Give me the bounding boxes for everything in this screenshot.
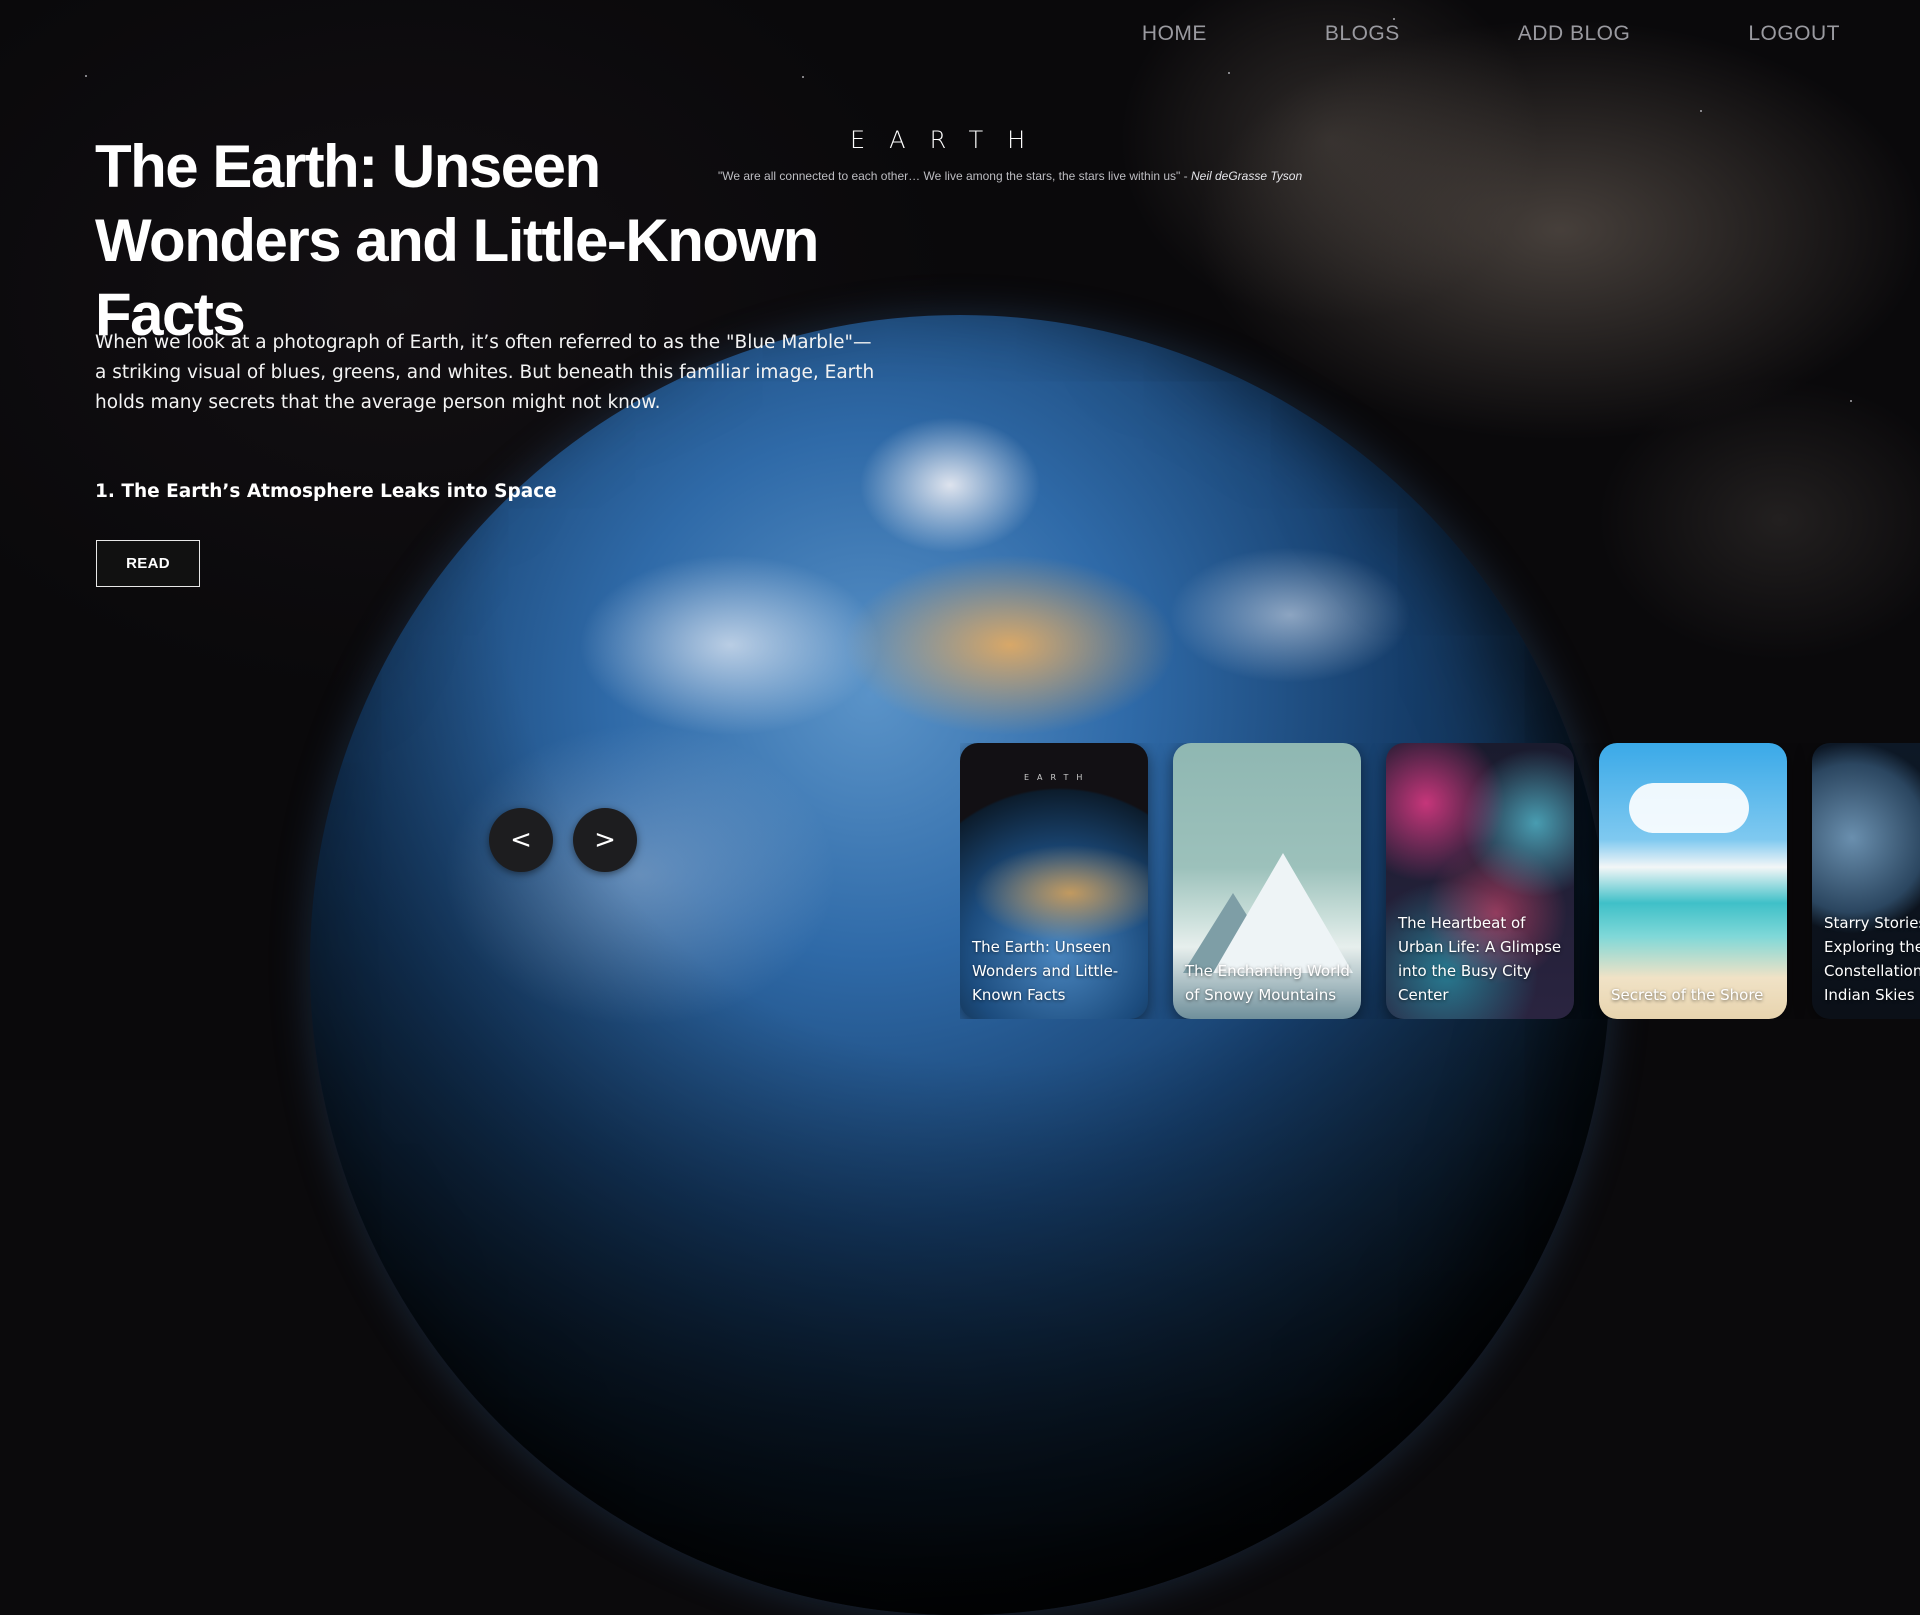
hero-title: The Earth: Unseen Wonders and Little-Kno… [95, 133, 819, 348]
cloud-shape [1629, 783, 1749, 833]
mountain-shape [1213, 853, 1353, 973]
card-title: The Enchanting World of Snowy Mountains [1185, 962, 1350, 1004]
nav-logout-link[interactable]: LOGOUT [1748, 22, 1840, 46]
quote-author: Neil deGrasse Tyson [1190, 169, 1303, 183]
blog-card-earth[interactable]: EARTH The Earth: Unseen Wonders and Litt… [960, 743, 1148, 1019]
top-nav: HOME BLOGS ADD BLOG LOGOUT [1142, 22, 1840, 46]
star [1700, 110, 1702, 112]
blog-card-mountains[interactable]: The Enchanting World of Snowy Mountains [1173, 743, 1361, 1019]
card-title: Secrets of the Shore [1611, 986, 1764, 1004]
blog-carousel: EARTH The Earth: Unseen Wonders and Litt… [960, 743, 1920, 1019]
nav-add-blog-link[interactable]: ADD BLOG [1518, 22, 1631, 46]
blog-card-shore[interactable]: Secrets of the Shore [1599, 743, 1787, 1019]
prev-arrow-button[interactable]: < [489, 808, 553, 872]
card-mini-brand: EARTH [1024, 773, 1091, 782]
brand-title: EARTH [850, 126, 1050, 154]
star [85, 75, 87, 77]
star [1850, 400, 1852, 402]
star [802, 76, 804, 78]
next-arrow-button[interactable]: > [573, 808, 637, 872]
card-title: The Earth: Unseen Wonders and Little-Kno… [972, 938, 1119, 1004]
star [1228, 72, 1230, 74]
card-title: The Heartbeat of Urban Life: A Glimpse i… [1398, 914, 1562, 1004]
hero-description: When we look at a photograph of Earth, i… [95, 332, 875, 413]
hero-point: 1. The Earth’s Atmosphere Leaks into Spa… [95, 481, 557, 502]
read-button[interactable]: READ [96, 540, 200, 587]
nav-home-link[interactable]: HOME [1142, 22, 1207, 46]
card-title: Starry Stories: Exploring the Constellat… [1824, 914, 1920, 1004]
blog-card-city[interactable]: The Heartbeat of Urban Life: A Glimpse i… [1386, 743, 1574, 1019]
blog-card-stars[interactable]: Starry Stories: Exploring the Constellat… [1812, 743, 1920, 1019]
nav-blogs-link[interactable]: BLOGS [1325, 22, 1400, 46]
star [1393, 18, 1395, 20]
